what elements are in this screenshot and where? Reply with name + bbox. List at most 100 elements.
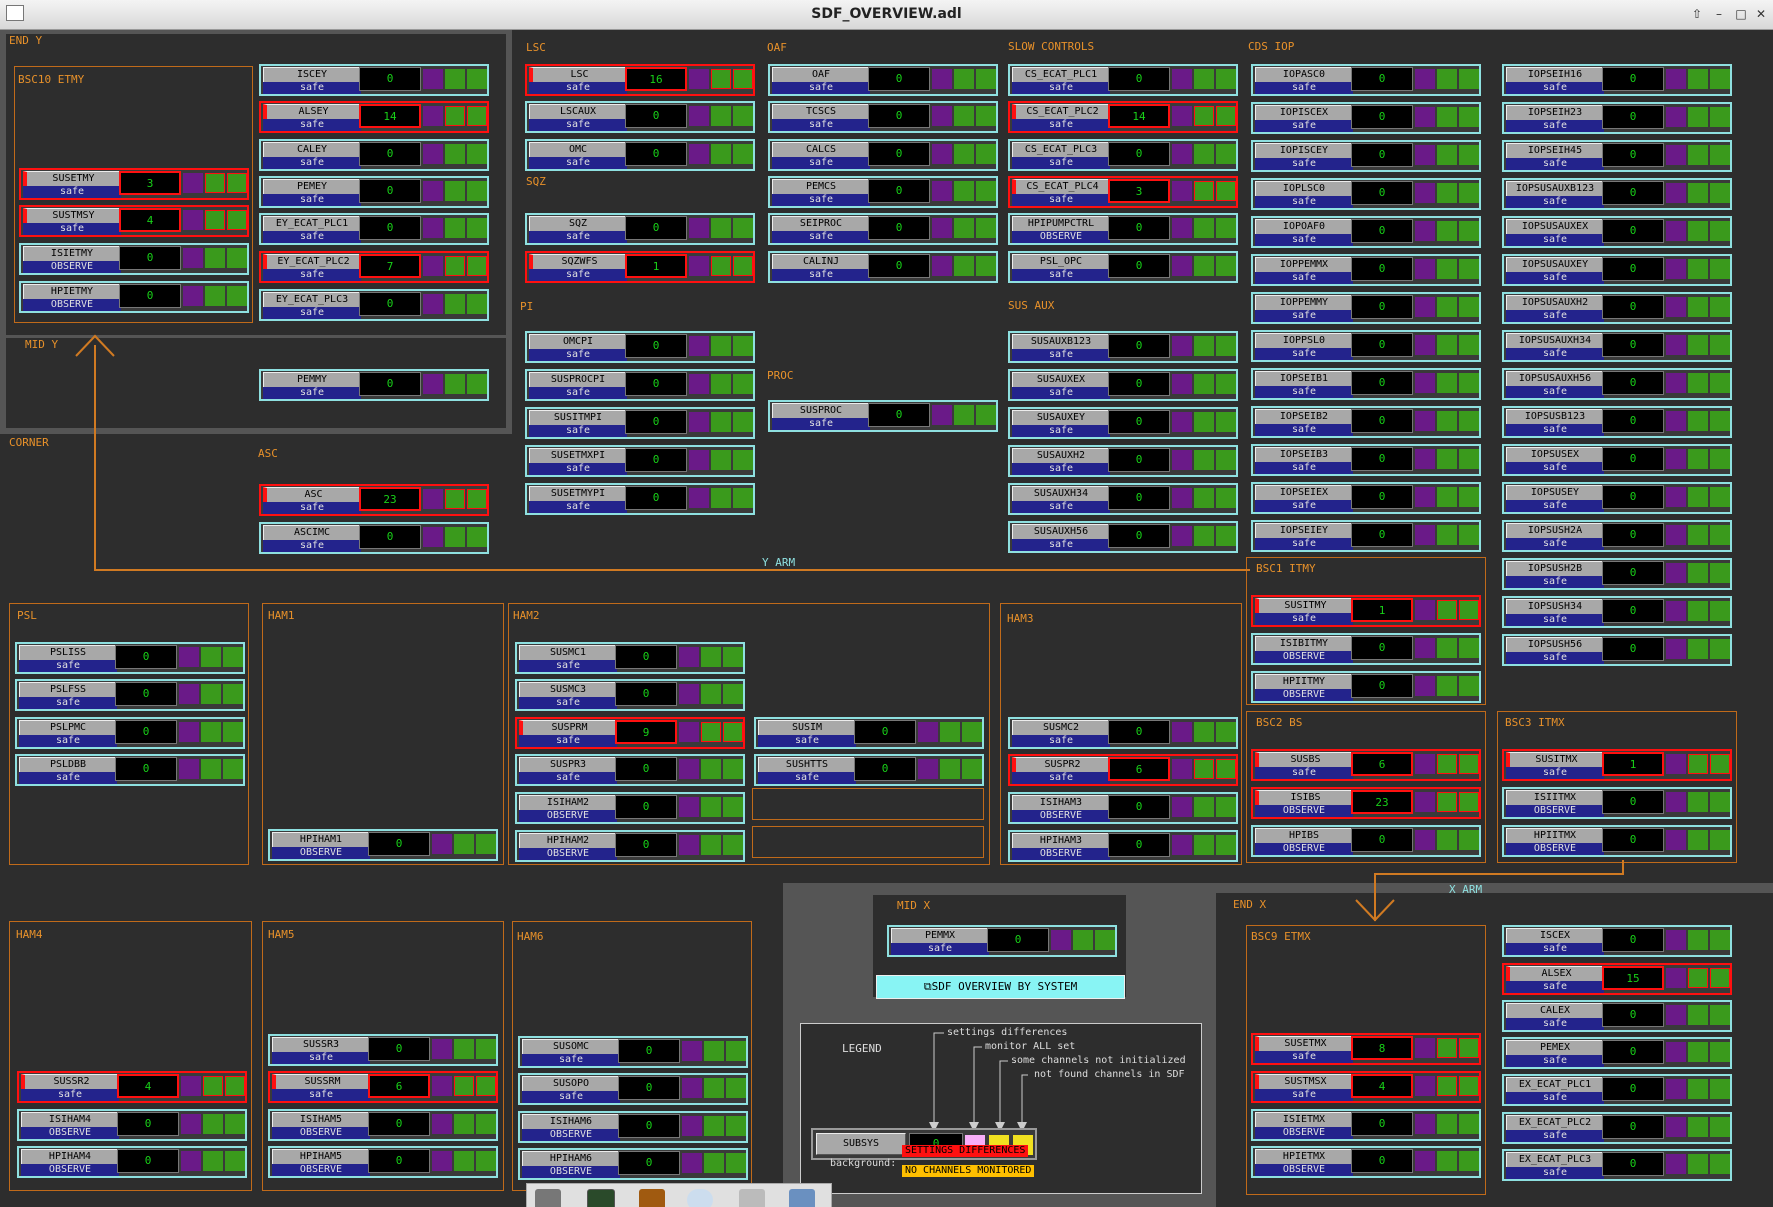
- subsystem-button[interactable]: SUSTMSY: [23, 208, 121, 224]
- sdf-widget-omcpi[interactable]: OMCPI safe 0: [525, 331, 755, 363]
- sdf-widget-sustmsy[interactable]: SUSTMSY safe 4: [19, 205, 249, 237]
- sdf-widget-susomc[interactable]: SUSOMC safe 0: [518, 1036, 748, 1068]
- subsystem-button[interactable]: PSLFSS: [19, 682, 117, 698]
- window-up-icon[interactable]: ⇧: [1688, 5, 1706, 23]
- subsystem-button[interactable]: IOPSEIB1: [1255, 371, 1353, 387]
- subsystem-button[interactable]: CS_ECAT_PLC4: [1012, 179, 1110, 195]
- subsystem-button[interactable]: HPIITMY: [1255, 674, 1353, 690]
- sdf-widget-iopsusb123[interactable]: IOPSUSB123 safe 0: [1502, 406, 1732, 438]
- subsystem-button[interactable]: PEMMX: [891, 928, 989, 944]
- subsystem-button[interactable]: SUSAUXH2: [1012, 448, 1110, 464]
- subsystem-button[interactable]: IOPSUSH56: [1506, 637, 1604, 653]
- sdf-widget-iscex[interactable]: ISCEX safe 0: [1502, 925, 1732, 957]
- maximize-icon[interactable]: □: [1732, 5, 1750, 23]
- sdf-widget-hpiitmx[interactable]: HPIITMX OBSERVE 0: [1502, 825, 1732, 857]
- subsystem-button[interactable]: IOPSEIEY: [1255, 523, 1353, 539]
- subsystem-button[interactable]: SUSSR3: [272, 1037, 370, 1053]
- sdf-widget-susetmy[interactable]: SUSETMY safe 3: [19, 168, 249, 200]
- sdf-widget-iopiscey[interactable]: IOPISCEY safe 0: [1251, 140, 1481, 172]
- sdf-widget-calex[interactable]: CALEX safe 0: [1502, 1000, 1732, 1032]
- sdf-widget-iopsusauxex[interactable]: IOPSUSAUXEX safe 0: [1502, 216, 1732, 248]
- sdf-widget-ex-ecat-plc2[interactable]: EX_ECAT_PLC2 safe 0: [1502, 1112, 1732, 1144]
- sdf-widget-iscey[interactable]: ISCEY safe 0: [259, 64, 489, 96]
- sdf-widget-psldbb[interactable]: PSLDBB safe 0: [15, 754, 245, 786]
- sdf-widget-susetmx[interactable]: SUSETMX safe 8: [1251, 1033, 1481, 1065]
- subsystem-button[interactable]: SEIPROC: [772, 216, 870, 232]
- subsystem-button[interactable]: SUSAUXEX: [1012, 372, 1110, 388]
- sdf-widget-susauxey[interactable]: SUSAUXEY safe 0: [1008, 407, 1238, 439]
- subsystem-button[interactable]: SUSPR3: [519, 757, 617, 773]
- sdf-widget-susbs[interactable]: SUSBS safe 6: [1251, 749, 1481, 781]
- sdf-widget-isiitmx[interactable]: ISIITMX OBSERVE 0: [1502, 787, 1732, 819]
- subsystem-button[interactable]: EY_ECAT_PLC3: [263, 292, 361, 308]
- sdf-widget-pslpmc[interactable]: PSLPMC safe 0: [15, 717, 245, 749]
- subsystem-button[interactable]: EX_ECAT_PLC3: [1506, 1152, 1604, 1168]
- subsystem-button[interactable]: HPIHAM5: [272, 1149, 370, 1165]
- subsystem-button[interactable]: IOPSEIB2: [1255, 409, 1353, 425]
- subsystem-button[interactable]: SUSPR2: [1012, 757, 1110, 773]
- sdf-widget-sqz[interactable]: SQZ safe 0: [525, 213, 755, 245]
- sdf-widget-iopsusauxh2[interactable]: IOPSUSAUXH2 safe 0: [1502, 292, 1732, 324]
- sdf-widget-iopsusauxey[interactable]: IOPSUSAUXEY safe 0: [1502, 254, 1732, 286]
- subsystem-button[interactable]: SUSOPO: [522, 1076, 620, 1092]
- sdf-widget-susetmypi[interactable]: SUSETMYPI safe 0: [525, 483, 755, 515]
- sdf-widget-ioppsl0[interactable]: IOPPSL0 safe 0: [1251, 330, 1481, 362]
- folder-icon[interactable]: [789, 1189, 815, 1207]
- sdf-widget-susauxh2[interactable]: SUSAUXH2 safe 0: [1008, 445, 1238, 477]
- subsystem-button[interactable]: IOPOAF0: [1255, 219, 1353, 235]
- subsystem-button[interactable]: SUSMC2: [1012, 720, 1110, 736]
- sdf-widget-caley[interactable]: CALEY safe 0: [259, 139, 489, 171]
- subsystem-button[interactable]: SQZWFS: [529, 254, 627, 270]
- sdf-widget-susprocpi[interactable]: SUSPROCPI safe 0: [525, 369, 755, 401]
- sdf-widget-isiham6[interactable]: ISIHAM6 OBSERVE 0: [518, 1111, 748, 1143]
- sdf-widget-susitmy[interactable]: SUSITMY safe 1: [1251, 595, 1481, 627]
- sdf-widget-isiham4[interactable]: ISIHAM4 OBSERVE 0: [17, 1109, 247, 1141]
- subsystem-button[interactable]: HPIETMY: [23, 284, 121, 300]
- sdf-widget-iopseih45[interactable]: IOPSEIH45 safe 0: [1502, 140, 1732, 172]
- sdf-widget-susprm[interactable]: SUSPRM safe 9: [515, 717, 745, 749]
- sdf-widget-psliss[interactable]: PSLISS safe 0: [15, 642, 245, 674]
- sdf-widget-susitmx[interactable]: SUSITMX safe 1: [1502, 749, 1732, 781]
- subsystem-button[interactable]: IOPSUSH2B: [1506, 561, 1604, 577]
- subsystem-button[interactable]: IOPSUSH2A: [1506, 523, 1604, 539]
- subsystem-button[interactable]: IOPASC0: [1255, 67, 1353, 83]
- subsystem-button[interactable]: ISIHAM4: [21, 1112, 119, 1128]
- subsystem-button[interactable]: SUSOMC: [522, 1039, 620, 1055]
- sdf-widget-isietmy[interactable]: ISIETMY OBSERVE 0: [19, 243, 249, 275]
- sdf-widget-alsex[interactable]: ALSEX safe 15: [1502, 963, 1732, 995]
- sdf-widget-iopsusex[interactable]: IOPSUSEX safe 0: [1502, 444, 1732, 476]
- sdf-widget-susauxex[interactable]: SUSAUXEX safe 0: [1008, 369, 1238, 401]
- sdf-widget-iopiscex[interactable]: IOPISCEX safe 0: [1251, 102, 1481, 134]
- subsystem-button[interactable]: SUSAUXH34: [1012, 486, 1110, 502]
- subsystem-button[interactable]: IOPSUSAUXH56: [1506, 371, 1604, 387]
- sdf-widget-iopseib3[interactable]: IOPSEIB3 safe 0: [1251, 444, 1481, 476]
- subsystem-button[interactable]: ISIHAM2: [519, 795, 617, 811]
- subsystem-button[interactable]: HPIHAM1: [272, 832, 370, 848]
- sdf-widget-hpietmx[interactable]: HPIETMX OBSERVE 0: [1251, 1146, 1481, 1178]
- subsystem-button[interactable]: IOPSEIH23: [1506, 105, 1604, 121]
- subsystem-button[interactable]: IOPISCEY: [1255, 143, 1353, 159]
- subsystem-button[interactable]: EX_ECAT_PLC1: [1506, 1077, 1604, 1093]
- subsystem-button[interactable]: PEMEY: [263, 179, 361, 195]
- sdf-widget-iopsusauxh56[interactable]: IOPSUSAUXH56 safe 0: [1502, 368, 1732, 400]
- sdf-widget-cs-ecat-plc3[interactable]: CS_ECAT_PLC3 safe 0: [1008, 139, 1238, 171]
- sdf-widget-isiham5[interactable]: ISIHAM5 OBSERVE 0: [268, 1109, 498, 1141]
- sdf-widget-iopsusey[interactable]: IOPSUSEY safe 0: [1502, 482, 1732, 514]
- subsystem-button[interactable]: EY_ECAT_PLC1: [263, 216, 361, 232]
- subsystem-button[interactable]: ASC: [263, 487, 361, 503]
- subsystem-button[interactable]: SUSPRM: [519, 720, 617, 736]
- sdf-widget-lsc[interactable]: LSC safe 16: [525, 64, 755, 96]
- sdf-widget-calcs[interactable]: CALCS safe 0: [768, 139, 998, 171]
- sdf-widget-hpibs[interactable]: HPIBS OBSERVE 0: [1251, 825, 1481, 857]
- sdf-widget-susim[interactable]: SUSIM safe 0: [754, 717, 984, 749]
- sdf-widget-cs-ecat-plc4[interactable]: CS_ECAT_PLC4 safe 3: [1008, 176, 1238, 208]
- sdf-widget-susauxb123[interactable]: SUSAUXB123 safe 0: [1008, 331, 1238, 363]
- minimize-icon[interactable]: –: [1710, 5, 1728, 23]
- subsystem-button[interactable]: SUSAUXH56: [1012, 524, 1110, 540]
- subsystem-button[interactable]: SUSSRM: [272, 1074, 370, 1090]
- sdf-widget-ex-ecat-plc3[interactable]: EX_ECAT_PLC3 safe 0: [1502, 1149, 1732, 1181]
- sdf-widget-iopasc0[interactable]: IOPASC0 safe 0: [1251, 64, 1481, 96]
- sdf-widget-susmc2[interactable]: SUSMC2 safe 0: [1008, 717, 1238, 749]
- subsystem-button[interactable]: PSLISS: [19, 645, 117, 661]
- subsystem-button[interactable]: PEMCS: [772, 179, 870, 195]
